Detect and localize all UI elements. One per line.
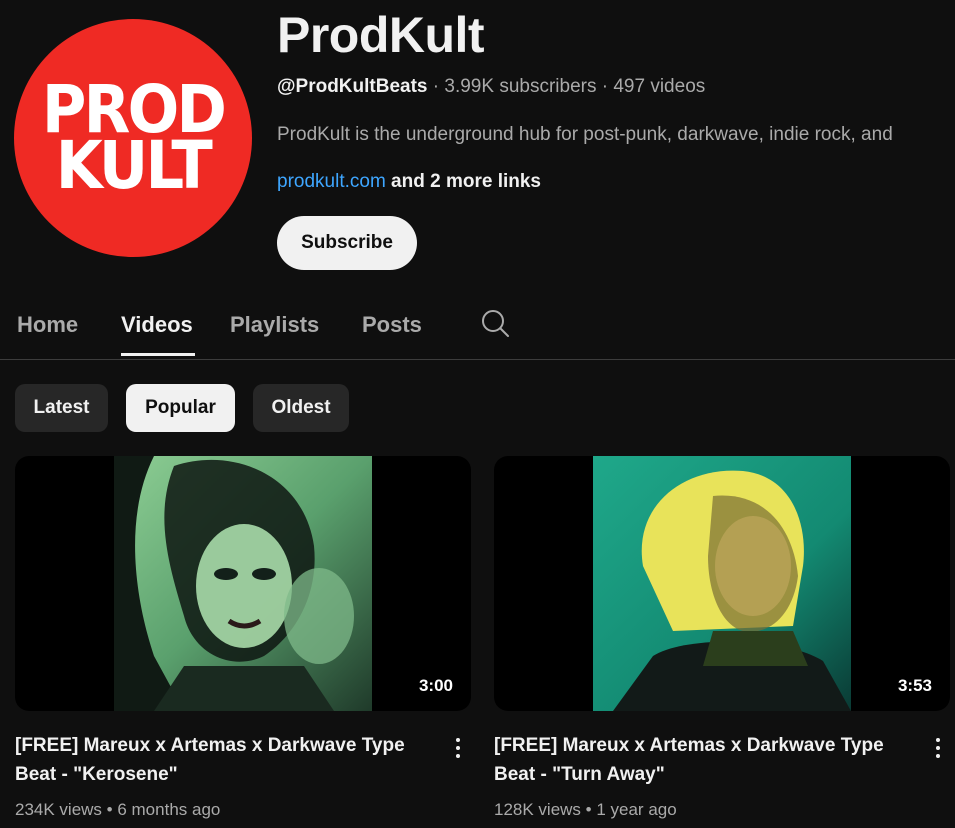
video-duration: 3:53: [891, 674, 938, 698]
chip-popular[interactable]: Popular: [126, 384, 235, 432]
more-options-icon[interactable]: [928, 734, 948, 762]
registered-mark: ®: [189, 179, 196, 189]
tab-home[interactable]: Home: [17, 312, 78, 338]
channel-link[interactable]: prodkult.com: [277, 171, 386, 192]
video-meta: 234K views • 6 months ago: [15, 800, 220, 820]
chip-latest[interactable]: Latest: [15, 384, 108, 432]
description-text: ProdKult is the underground hub for post…: [277, 124, 893, 145]
upload-age: 6 months ago: [117, 800, 221, 819]
thumbnail-image: [593, 456, 851, 711]
channel-avatar[interactable]: PROD KULT ®: [14, 19, 252, 257]
logo-text-line-2: KULT: [55, 127, 213, 204]
chip-oldest[interactable]: Oldest: [253, 384, 349, 432]
meta-separator: •: [580, 800, 597, 819]
thumbnail-image: [114, 456, 372, 711]
tabs-divider: [0, 359, 955, 360]
upload-age: 1 year ago: [596, 800, 677, 819]
video-meta: 128K views • 1 year ago: [494, 800, 677, 820]
meta-separator: ·: [427, 76, 445, 97]
tab-posts[interactable]: Posts: [362, 312, 422, 338]
more-options-icon[interactable]: [448, 734, 468, 762]
tab-videos[interactable]: Videos: [121, 312, 193, 338]
video-title[interactable]: [FREE] Mareux x Artemas x Darkwave Type …: [15, 731, 425, 789]
channel-page: PROD KULT ® ProdKult @ProdKultBeats · 3.…: [0, 0, 955, 828]
search-icon[interactable]: [480, 308, 510, 338]
video-thumbnail[interactable]: 3:53: [494, 456, 950, 711]
video-count: 497 videos: [613, 76, 706, 97]
channel-tabs: Home Videos Playlists Posts: [0, 296, 955, 358]
tab-playlists[interactable]: Playlists: [230, 312, 319, 338]
channel-links: prodkult.com and 2 more links: [277, 171, 541, 193]
channel-handle: @ProdKultBeats: [277, 76, 428, 97]
subscribe-button[interactable]: Subscribe: [277, 216, 417, 270]
video-thumbnail[interactable]: 3:00: [15, 456, 471, 711]
channel-description[interactable]: ProdKult is the underground hub for post…: [277, 124, 955, 146]
meta-separator: ·: [596, 76, 614, 97]
view-count: 128K views: [494, 800, 581, 819]
meta-separator: •: [101, 800, 118, 819]
active-tab-indicator: [121, 353, 195, 356]
subscriber-count: 3.99K subscribers: [444, 76, 597, 97]
channel-name: ProdKult: [277, 7, 485, 63]
more-links-button[interactable]: and 2 more links: [386, 171, 541, 192]
view-count: 234K views: [15, 800, 102, 819]
video-duration: 3:00: [412, 674, 459, 698]
channel-meta: @ProdKultBeats · 3.99K subscribers · 497…: [277, 76, 705, 98]
video-title[interactable]: [FREE] Mareux x Artemas x Darkwave Type …: [494, 731, 904, 789]
